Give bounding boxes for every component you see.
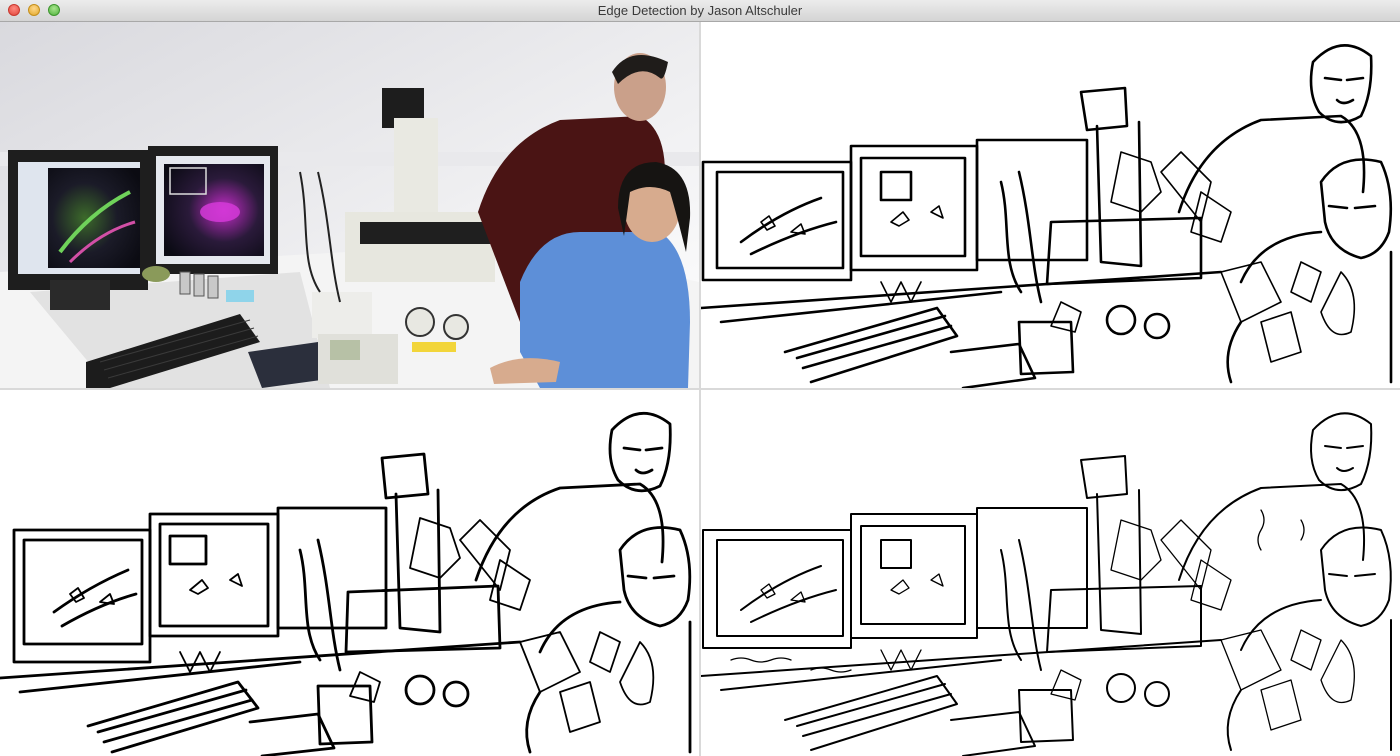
app-window: Edge Detection by Jason Altschuler bbox=[0, 0, 1400, 756]
edge-map-pane-2 bbox=[0, 390, 699, 756]
edge-map-pane-1 bbox=[701, 22, 1400, 388]
title-bar[interactable]: Edge Detection by Jason Altschuler bbox=[0, 0, 1400, 22]
edge-map-image-1 bbox=[701, 44, 1393, 388]
original-image-pane bbox=[0, 22, 699, 388]
edge-map-pane-3 bbox=[701, 390, 1400, 756]
horizontal-divider bbox=[0, 388, 1400, 390]
window-title: Edge Detection by Jason Altschuler bbox=[597, 3, 803, 18]
original-photo bbox=[0, 22, 699, 388]
image-grid bbox=[0, 22, 1400, 756]
edge-map-image-3 bbox=[701, 412, 1392, 756]
edge-map-image-2 bbox=[0, 411, 692, 756]
